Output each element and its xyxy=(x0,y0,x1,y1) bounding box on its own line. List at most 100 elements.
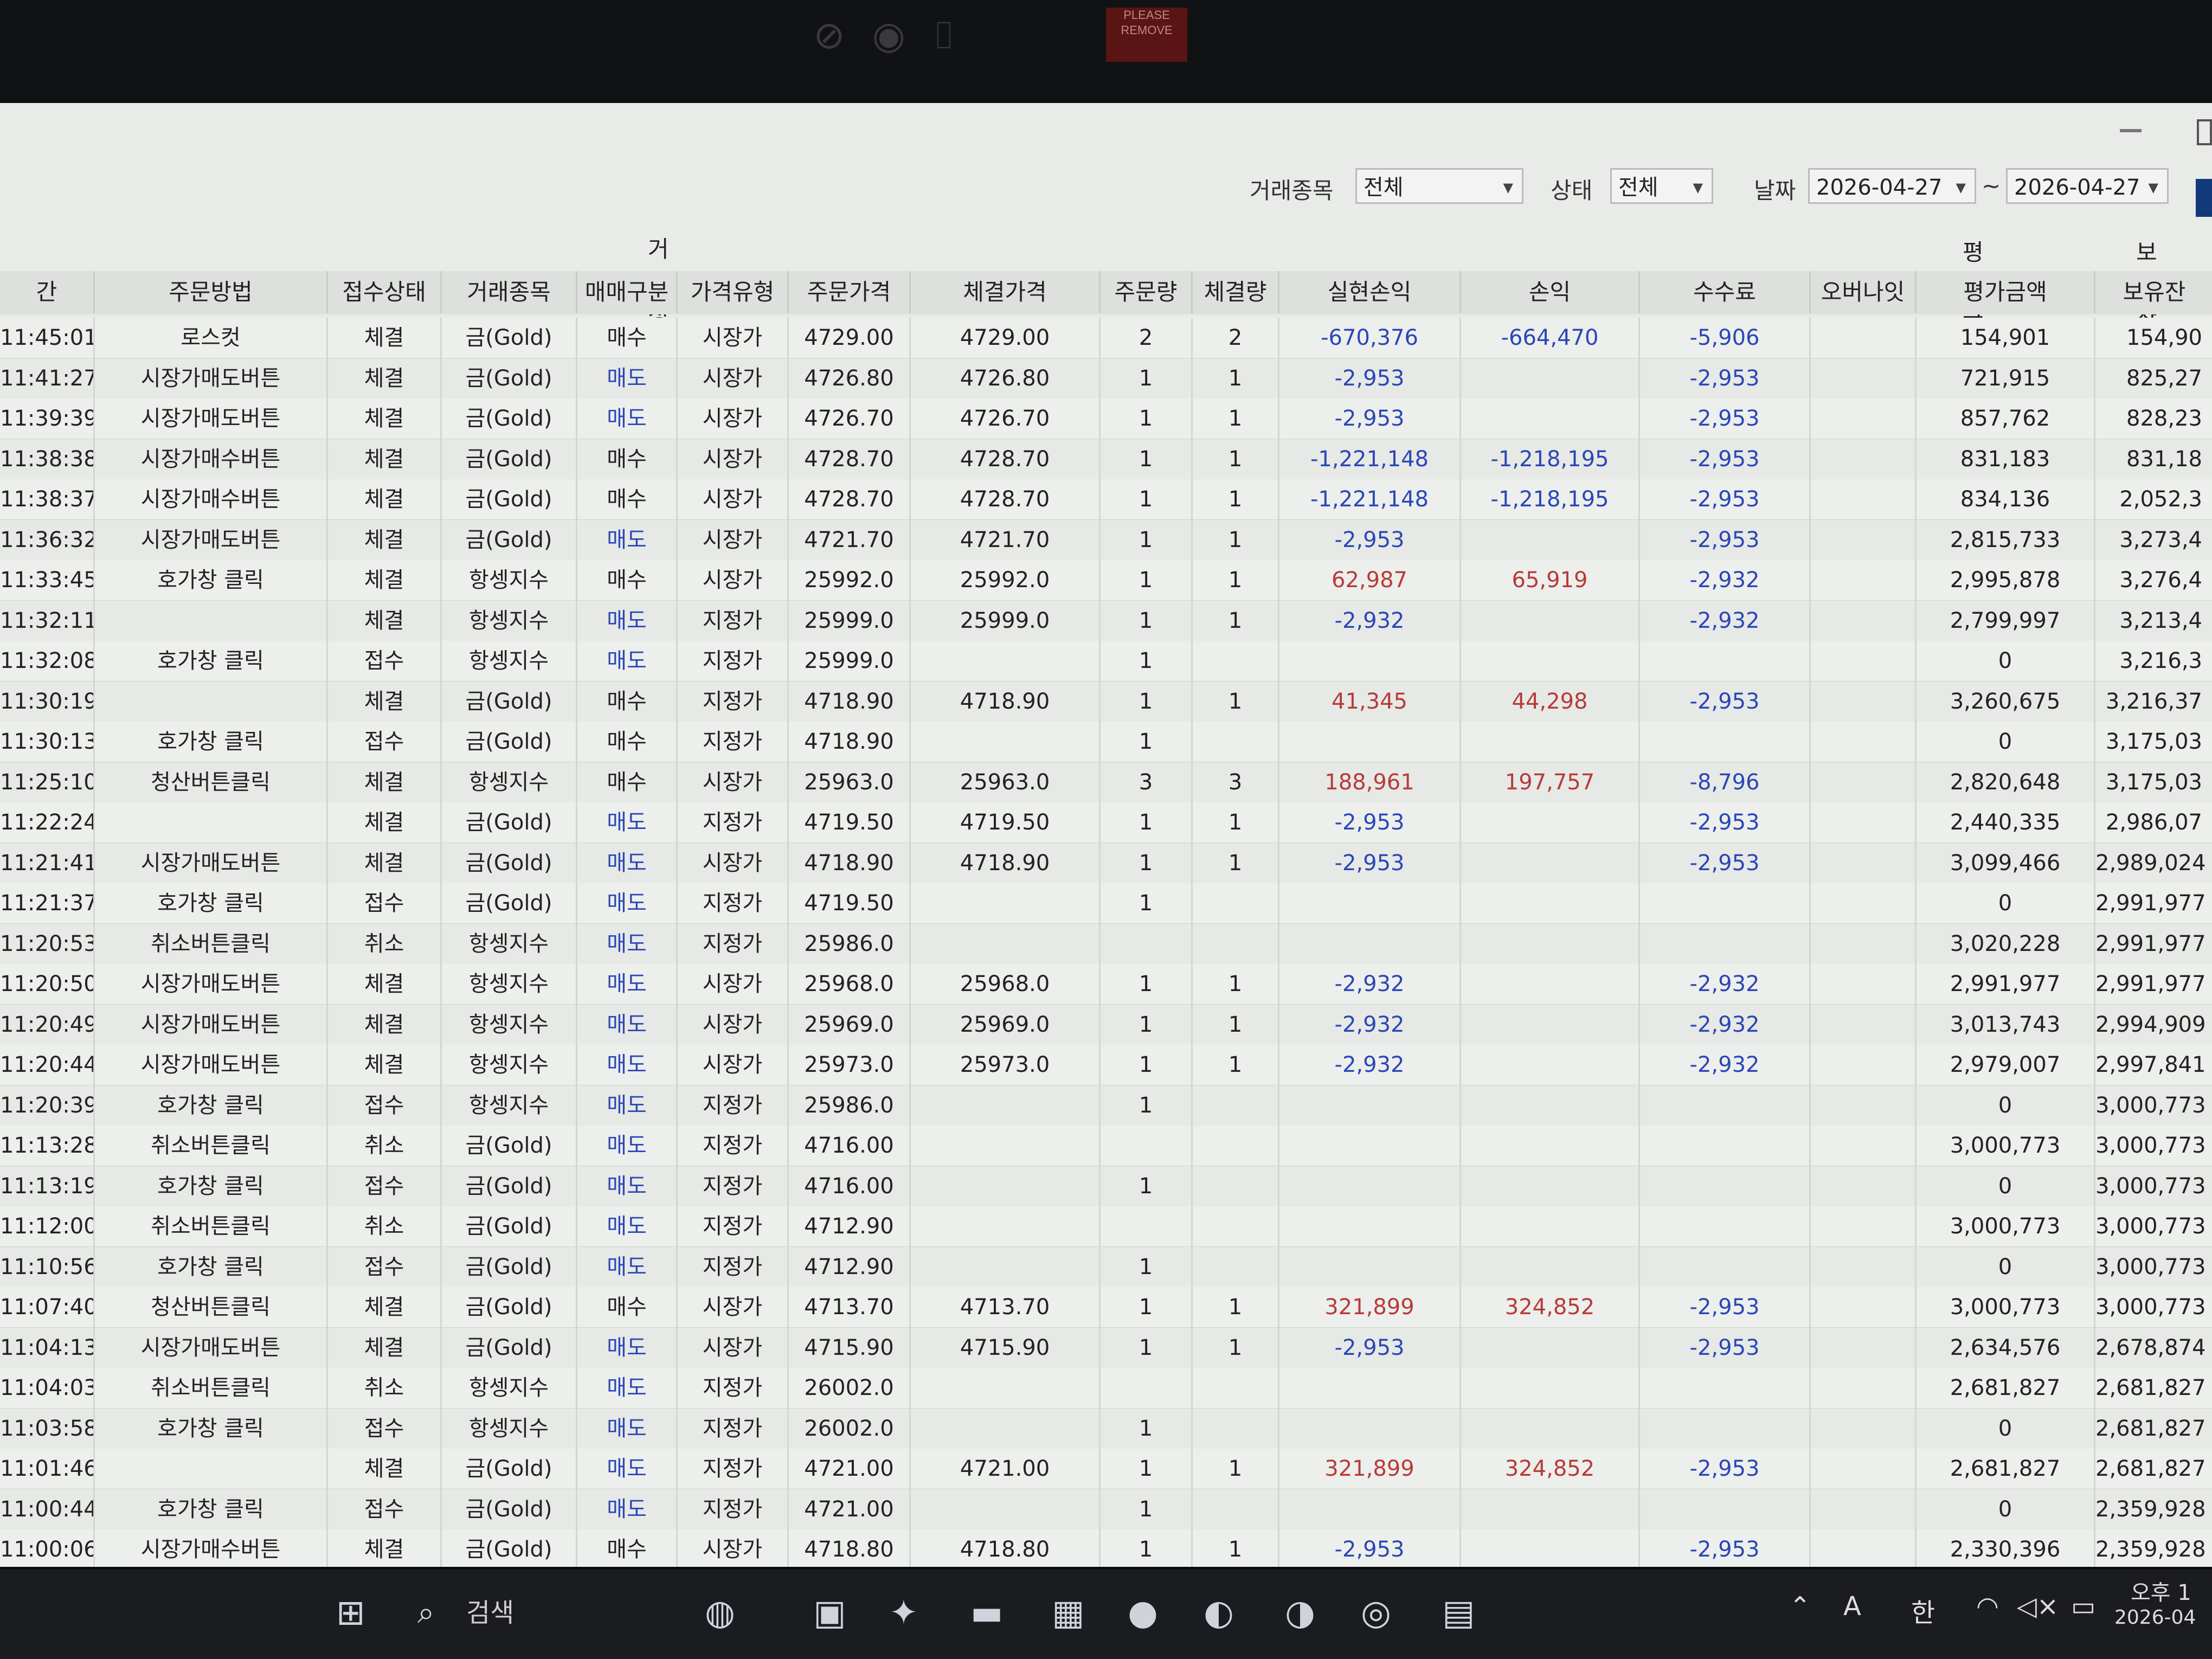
table-row[interactable]: 11:32:11 체결 항셍지수 매도 지정가 25999.0 25999.0 1 1 -2,93… xyxy=(0,600,2212,642)
ime-mode-a[interactable]: A xyxy=(1843,1591,1861,1622)
cell-order-method xyxy=(95,1449,328,1489)
column-header-order-method[interactable]: 주문방법 xyxy=(95,271,328,313)
symbol-filter-select[interactable]: 전체 ▼ xyxy=(1355,168,1523,204)
cell-pnl xyxy=(1461,358,1640,398)
app-icon-4[interactable]: ◎ xyxy=(1361,1586,1391,1640)
edge-icon[interactable]: ◐ xyxy=(1204,1586,1234,1640)
table-row[interactable]: 11:20:44 시장가매도버튼 체결 항셍지수 매도 시장가 25973.0 25973.0… xyxy=(0,1045,2212,1086)
cell-pnl xyxy=(1461,964,1640,1004)
column-header-fill-price[interactable]: 체결가격 xyxy=(911,271,1101,313)
table-row[interactable]: 11:13:28 취소버튼클릭 취소 금(Gold) 매도 지정가 4716.00 3,000… xyxy=(0,1126,2212,1167)
cell-order-qty: 1 xyxy=(1101,802,1193,843)
cell-receipt-status: 접수 xyxy=(328,1408,442,1449)
search-button-edge[interactable] xyxy=(2196,179,2212,217)
table-row[interactable]: 11:20:49 시장가매도버튼 체결 항셍지수 매도 시장가 25969.0 25969.0… xyxy=(0,1004,2212,1046)
table-row[interactable]: 11:36:32 시장가매도버튼 체결 금(Gold) 매도 시장가 4721.70 4721… xyxy=(0,519,2212,561)
teams-icon[interactable]: ● xyxy=(1128,1586,1158,1640)
table-row[interactable]: 11:12:00 취소버튼클릭 취소 금(Gold) 매도 지정가 4712.90 3,000… xyxy=(0,1206,2212,1248)
column-header-fee[interactable]: 수수료 xyxy=(1640,271,1811,313)
cell-price-type: 지정가 xyxy=(678,681,789,722)
table-row[interactable]: 11:13:19 호가창 클릭 접수 금(Gold) 매도 지정가 4716.00 1 0 3,0… xyxy=(0,1166,2212,1207)
table-row[interactable]: 11:04:03 취소버튼클릭 취소 항셍지수 매도 지정가 26002.0 2,681,82… xyxy=(0,1368,2212,1409)
filter-bar: 거래종목 전체 ▼ 상태 전체 ▼ 날짜 2026-04-27 ▼ ~ 2026-04… xyxy=(0,168,2212,211)
cell-receipt-status: 체결 xyxy=(328,1045,442,1085)
cell-side: 매도 xyxy=(577,641,678,681)
table-row[interactable]: 11:32:08 호가창 클릭 접수 항셍지수 매도 지정가 25999.0 1 0 3,216,… xyxy=(0,641,2212,682)
dropdown-arrow-icon: ▼ xyxy=(1503,180,1513,195)
table-row[interactable]: 11:38:38 시장가매수버튼 체결 금(Gold) 매수 시장가 4728.70 4728… xyxy=(0,439,2212,480)
table-row[interactable]: 11:07:40 청산버튼클릭 체결 금(Gold) 매수 시장가 4713.70 4713.… xyxy=(0,1287,2212,1328)
table-row[interactable]: 11:33:45 호가창 클릭 체결 항셍지수 매수 시장가 25992.0 25992.0 1… xyxy=(0,560,2212,601)
cell-pnl xyxy=(1461,1206,1640,1246)
status-filter-select[interactable]: 전체 ▼ xyxy=(1610,168,1713,204)
column-header-holding[interactable]: 보유잔 xyxy=(2095,271,2212,313)
cell-fee xyxy=(1640,883,1811,923)
volume-icon[interactable]: ◁× xyxy=(2017,1591,2059,1622)
cell-eval-amount: 834,136 xyxy=(1917,479,2095,519)
column-header-fill-qty[interactable]: 체결량 xyxy=(1193,271,1279,313)
cell-receipt-status: 체결 xyxy=(328,560,442,600)
column-header-receipt-status[interactable]: 접수상태 xyxy=(328,271,442,313)
app-icon-1[interactable]: ◍ xyxy=(705,1586,735,1640)
ime-mode-han[interactable]: 한 xyxy=(1911,1591,1935,1629)
table-row[interactable]: 11:21:41 시장가매도버튼 체결 금(Gold) 매도 시장가 4718.90 4718… xyxy=(0,843,2212,884)
tray-chevron-icon[interactable]: ⌃ xyxy=(1789,1591,1811,1622)
battery-icon[interactable]: ▭ xyxy=(2071,1591,2095,1622)
date-from-picker[interactable]: 2026-04-27 ▼ xyxy=(1808,168,1976,204)
table-row[interactable]: 11:30:19 체결 금(Gold) 매수 지정가 4718.90 4718.90 1 1 41… xyxy=(0,681,2212,723)
column-header-overnight[interactable]: 오버나잇 xyxy=(1811,271,1917,313)
table-row[interactable]: 11:21:37 호가창 클릭 접수 금(Gold) 매도 지정가 4719.50 1 0 2,9… xyxy=(0,883,2212,924)
table-row[interactable]: 11:20:53 취소버튼클릭 취소 항셍지수 매도 지정가 25986.0 3,020,22… xyxy=(0,923,2212,965)
table-row[interactable]: 11:30:13 호가창 클릭 접수 금(Gold) 매수 지정가 4718.90 1 0 3,1… xyxy=(0,722,2212,763)
cell-order-price: 4721.00 xyxy=(789,1489,911,1529)
table-row[interactable]: 11:22:24 체결 금(Gold) 매도 지정가 4719.50 4719.50 1 1 -2… xyxy=(0,802,2212,844)
date-to-picker[interactable]: 2026-04-27 ▼ xyxy=(2006,168,2169,204)
table-row[interactable]: 11:01:46 체결 금(Gold) 매도 지정가 4721.00 4721.00 1 1 32… xyxy=(0,1449,2212,1490)
cell-fill-qty xyxy=(1193,883,1279,923)
app-icon-2[interactable]: ▣ xyxy=(813,1586,846,1640)
maximize-button[interactable] xyxy=(2197,119,2212,145)
table-row[interactable]: 11:45:01 로스컷 체결 금(Gold) 매수 시장가 4729.00 4729.00 2… xyxy=(0,318,2212,359)
cell-side: 매수 xyxy=(577,479,678,519)
cell-side: 매도 xyxy=(577,1166,678,1206)
cell-price-type: 시장가 xyxy=(678,1004,789,1045)
wifi-icon[interactable]: ◠ xyxy=(1976,1591,1999,1622)
search-icon[interactable]: ⌕ xyxy=(417,1586,434,1640)
table-row[interactable]: 11:04:13 시장가매도버튼 체결 금(Gold) 매도 시장가 4715.90 4715… xyxy=(0,1327,2212,1369)
column-header-realized-pnl[interactable]: 실현손익 xyxy=(1279,271,1461,313)
cell-holding: 3,000,773 xyxy=(2095,1247,2212,1287)
column-header-pnl[interactable]: 손익 xyxy=(1461,271,1640,313)
cell-order-qty: 1 xyxy=(1101,964,1193,1004)
table-row[interactable]: 11:41:27 시장가매도버튼 체결 금(Gold) 매도 시장가 4726.80 4726… xyxy=(0,358,2212,400)
table-row[interactable]: 11:20:50 시장가매도버튼 체결 항셍지수 매도 시장가 25968.0 25968.0… xyxy=(0,964,2212,1005)
table-row[interactable]: 11:00:06 시장가매수버튼 체결 금(Gold) 매수 시장가 4718.80 4718… xyxy=(0,1529,2212,1567)
cell-time: 11:38:37 xyxy=(0,479,95,519)
column-header-symbol[interactable]: 거래종목 xyxy=(442,271,577,313)
store-icon[interactable]: ▦ xyxy=(1052,1586,1084,1640)
copilot-icon[interactable]: ✦ xyxy=(889,1586,918,1640)
cell-realized-pnl: -2,953 xyxy=(1279,519,1461,560)
app-icon-3[interactable]: ◑ xyxy=(1285,1586,1315,1640)
table-row[interactable]: 11:39:39 시장가매도버튼 체결 금(Gold) 매도 시장가 4726.70 4726… xyxy=(0,398,2212,440)
clock-time[interactable]: 오후 1 xyxy=(2131,1575,2191,1606)
table-row[interactable]: 11:03:58 호가창 클릭 접수 항셍지수 매도 지정가 26002.0 1 0 2,681,… xyxy=(0,1408,2212,1450)
taskbar-search-box[interactable]: 검색 xyxy=(466,1591,514,1629)
column-header-time[interactable]: 간 xyxy=(0,271,95,313)
cell-holding: 3,175,03 xyxy=(2095,722,2212,762)
table-row[interactable]: 11:38:37 시장가매수버튼 체결 금(Gold) 매수 시장가 4728.70 4728… xyxy=(0,479,2212,520)
app-icon-5[interactable]: ▤ xyxy=(1442,1586,1475,1640)
column-header-price-type[interactable]: 가격유형 xyxy=(678,271,789,313)
column-header-eval-amount[interactable]: 평가금액 xyxy=(1917,271,2095,313)
column-header-side[interactable]: 매매구분 xyxy=(577,271,678,313)
table-row[interactable]: 11:25:10 청산버튼클릭 체결 항셍지수 매수 시장가 25963.0 25963.0 3… xyxy=(0,762,2212,803)
column-header-order-qty[interactable]: 주문량 xyxy=(1101,271,1193,313)
table-row[interactable]: 11:00:44 호가창 클릭 접수 금(Gold) 매도 지정가 4721.00 1 0 2,3… xyxy=(0,1489,2212,1531)
table-row[interactable]: 11:10:56 호가창 클릭 접수 금(Gold) 매도 지정가 4712.90 1 0 3,0… xyxy=(0,1246,2212,1288)
clock-date[interactable]: 2026-04 xyxy=(2114,1606,2196,1629)
cell-fill-price: 25969.0 xyxy=(911,1004,1101,1045)
file-explorer-icon[interactable]: ▬ xyxy=(970,1586,1003,1640)
table-row[interactable]: 11:20:39 호가창 클릭 접수 항셍지수 매도 지정가 25986.0 1 0 3,000,… xyxy=(0,1085,2212,1127)
column-header-order-price[interactable]: 주문가격 xyxy=(789,271,911,313)
windows-start-icon[interactable]: ⊞ xyxy=(336,1586,365,1640)
minimize-button[interactable] xyxy=(2120,129,2142,132)
